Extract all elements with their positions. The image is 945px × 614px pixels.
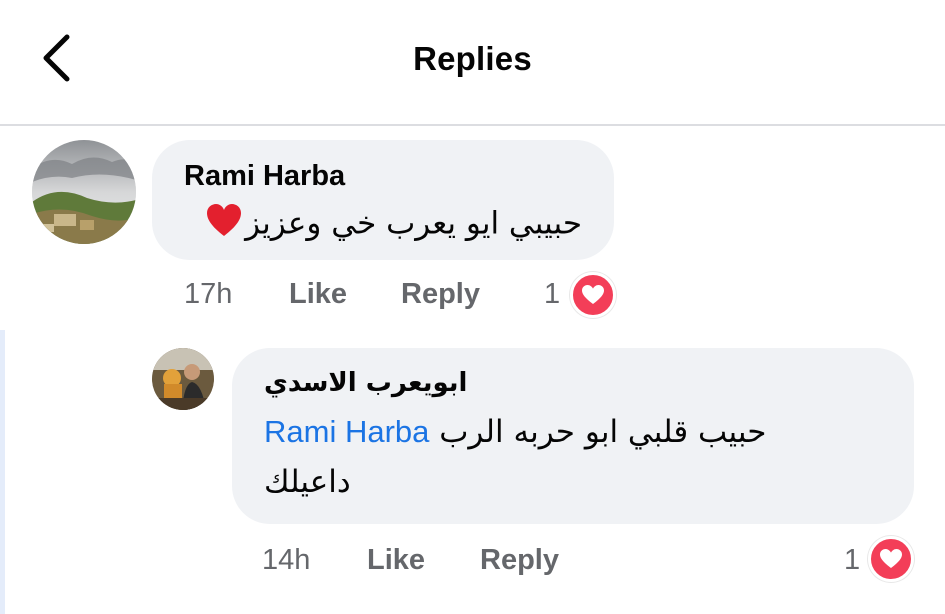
comment: Rami Harba حبيبي ايو يعرب خي وعزيز 17h L… <box>0 124 945 330</box>
avatar[interactable] <box>152 348 214 410</box>
reply-reaction-count[interactable]: 1 <box>844 544 860 577</box>
reply-text-line-1: Rami Harba حبيب قلبي ابو حربه الرب <box>264 414 766 450</box>
mention-link[interactable]: Rami Harba <box>264 414 429 449</box>
comment-reaction-count[interactable]: 1 <box>544 278 560 311</box>
comment-text-body: حبيبي ايو يعرب خي وعزيز <box>245 205 582 242</box>
comment-time: 17h <box>184 278 233 310</box>
reply-author[interactable]: ابويعرب الاسدي <box>264 368 467 398</box>
reply-like-button[interactable]: Like <box>367 544 425 577</box>
heart-emoji-icon <box>205 202 243 248</box>
comment-bubble[interactable]: Rami Harba حبيبي ايو يعرب خي وعزيز <box>152 140 614 260</box>
reply-reply-button[interactable]: Reply <box>480 544 559 577</box>
love-reaction-icon[interactable] <box>868 536 914 582</box>
comment-reply-button[interactable]: Reply <box>401 278 480 311</box>
reply-text-body: حبيب قلبي ابو حربه الرب <box>439 414 767 450</box>
page-title: Replies <box>413 40 532 77</box>
reply-time: 14h <box>262 544 311 576</box>
reply: ابويعرب الاسدي Rami Harba حبيب قلبي ابو … <box>0 330 945 614</box>
comment-author[interactable]: Rami Harba <box>184 160 345 193</box>
love-reaction-icon[interactable] <box>570 272 616 318</box>
comment-text: حبيبي ايو يعرب خي وعزيز <box>205 202 582 248</box>
comment-like-button[interactable]: Like <box>289 278 347 311</box>
reply-bubble[interactable]: ابويعرب الاسدي Rami Harba حبيب قلبي ابو … <box>232 348 914 524</box>
avatar[interactable] <box>32 140 136 244</box>
header-bar: Replies <box>0 0 945 126</box>
reply-text-line-2: داعيلك <box>264 464 351 500</box>
